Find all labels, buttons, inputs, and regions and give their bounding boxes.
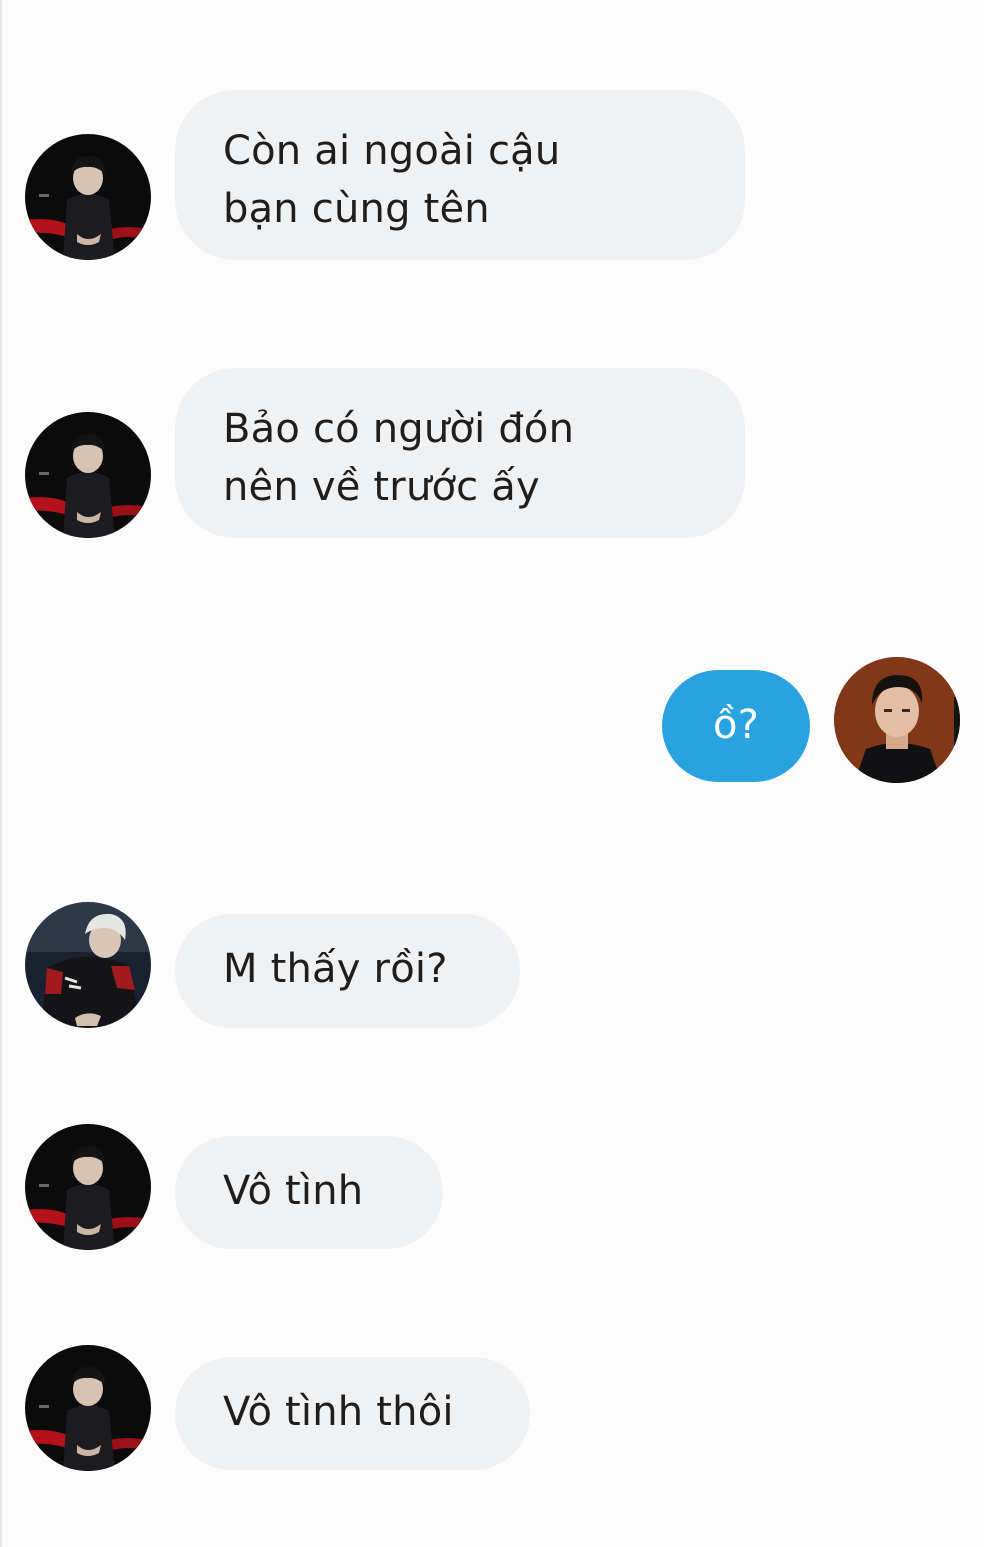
incoming-message-bubble[interactable]: Vô tình [175,1136,443,1249]
left-edge-divider [0,0,2,1547]
avatar-photo-dark-stage-icon[interactable] [25,134,151,260]
avatar-photo-brown-portrait-icon[interactable] [834,657,960,783]
avatar-photo-dark-stage-icon[interactable] [25,412,151,538]
chat-thread: Còn ai ngoài cậu bạn cùng tên Bảo có ngư… [0,0,984,1547]
incoming-message-bubble[interactable]: Vô tình thôi [175,1357,530,1470]
avatar-photo-dark-stage-icon[interactable] [25,1345,151,1471]
incoming-message-bubble[interactable]: Còn ai ngoài cậu bạn cùng tên [175,90,745,260]
incoming-message-bubble[interactable]: Bảo có người đón nên về trước ấy [175,368,745,538]
avatar-photo-blond-jacket-icon[interactable] [25,902,151,1028]
incoming-message-bubble[interactable]: M thấy rồi? [175,914,520,1028]
outgoing-message-bubble[interactable]: ồ? [662,670,810,782]
avatar-photo-dark-stage-icon[interactable] [25,1124,151,1250]
